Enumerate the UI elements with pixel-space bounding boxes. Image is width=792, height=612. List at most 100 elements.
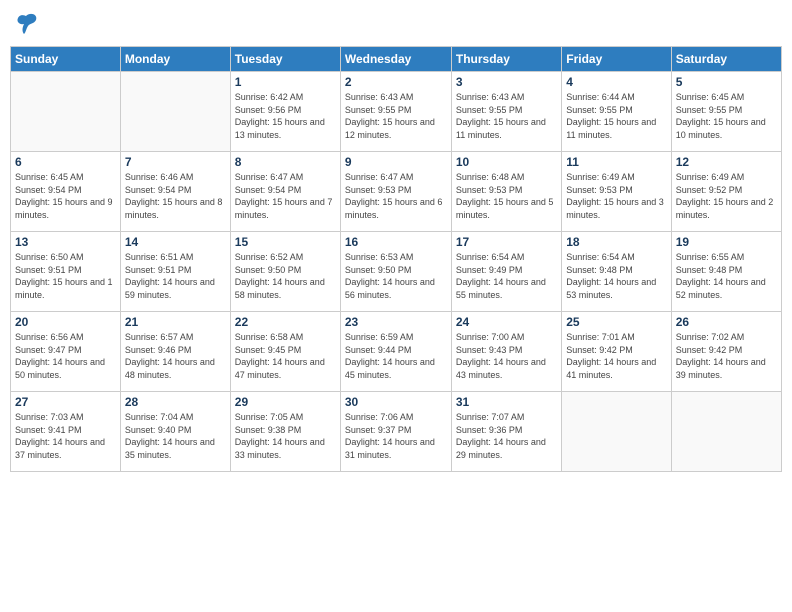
daylight: Daylight: 14 hours and 33 minutes.	[235, 436, 336, 461]
day-info: Sunrise: 6:54 AM Sunset: 9:49 PM Dayligh…	[456, 251, 557, 301]
day-number: 31	[456, 395, 557, 409]
day-info: Sunrise: 7:03 AM Sunset: 9:41 PM Dayligh…	[15, 411, 116, 461]
sunset: Sunset: 9:53 PM	[566, 184, 666, 197]
calendar-week-2: 6 Sunrise: 6:45 AM Sunset: 9:54 PM Dayli…	[11, 152, 782, 232]
day-info: Sunrise: 6:49 AM Sunset: 9:53 PM Dayligh…	[566, 171, 666, 221]
day-info: Sunrise: 6:59 AM Sunset: 9:44 PM Dayligh…	[345, 331, 447, 381]
sunset: Sunset: 9:43 PM	[456, 344, 557, 357]
day-info: Sunrise: 6:52 AM Sunset: 9:50 PM Dayligh…	[235, 251, 336, 301]
weekday-header-row: SundayMondayTuesdayWednesdayThursdayFrid…	[11, 47, 782, 72]
sunrise: Sunrise: 6:58 AM	[235, 331, 336, 344]
day-info: Sunrise: 6:45 AM Sunset: 9:54 PM Dayligh…	[15, 171, 116, 221]
day-number: 13	[15, 235, 116, 249]
day-number: 15	[235, 235, 336, 249]
sunrise: Sunrise: 6:54 AM	[456, 251, 557, 264]
day-number: 12	[676, 155, 777, 169]
sunset: Sunset: 9:36 PM	[456, 424, 557, 437]
day-number: 9	[345, 155, 447, 169]
sunrise: Sunrise: 6:48 AM	[456, 171, 557, 184]
sunrise: Sunrise: 6:45 AM	[15, 171, 116, 184]
sunset: Sunset: 9:42 PM	[676, 344, 777, 357]
day-info: Sunrise: 6:50 AM Sunset: 9:51 PM Dayligh…	[15, 251, 116, 301]
day-number: 28	[125, 395, 226, 409]
day-number: 18	[566, 235, 666, 249]
calendar-cell: 25 Sunrise: 7:01 AM Sunset: 9:42 PM Dayl…	[562, 312, 671, 392]
sunrise: Sunrise: 7:05 AM	[235, 411, 336, 424]
day-number: 23	[345, 315, 447, 329]
day-info: Sunrise: 7:04 AM Sunset: 9:40 PM Dayligh…	[125, 411, 226, 461]
sunrise: Sunrise: 6:49 AM	[566, 171, 666, 184]
calendar-cell	[120, 72, 230, 152]
sunrise: Sunrise: 6:56 AM	[15, 331, 116, 344]
weekday-header-saturday: Saturday	[671, 47, 781, 72]
sunrise: Sunrise: 7:04 AM	[125, 411, 226, 424]
daylight: Daylight: 15 hours and 6 minutes.	[345, 196, 447, 221]
daylight: Daylight: 15 hours and 9 minutes.	[15, 196, 116, 221]
daylight: Daylight: 14 hours and 43 minutes.	[456, 356, 557, 381]
sunrise: Sunrise: 6:54 AM	[566, 251, 666, 264]
day-number: 10	[456, 155, 557, 169]
sunset: Sunset: 9:46 PM	[125, 344, 226, 357]
sunrise: Sunrise: 6:43 AM	[345, 91, 447, 104]
daylight: Daylight: 15 hours and 5 minutes.	[456, 196, 557, 221]
calendar-cell: 23 Sunrise: 6:59 AM Sunset: 9:44 PM Dayl…	[340, 312, 451, 392]
sunset: Sunset: 9:49 PM	[456, 264, 557, 277]
sunset: Sunset: 9:47 PM	[15, 344, 116, 357]
daylight: Daylight: 14 hours and 37 minutes.	[15, 436, 116, 461]
calendar-cell: 19 Sunrise: 6:55 AM Sunset: 9:48 PM Dayl…	[671, 232, 781, 312]
sunset: Sunset: 9:48 PM	[676, 264, 777, 277]
calendar-cell: 21 Sunrise: 6:57 AM Sunset: 9:46 PM Dayl…	[120, 312, 230, 392]
sunrise: Sunrise: 6:47 AM	[235, 171, 336, 184]
sunrise: Sunrise: 6:55 AM	[676, 251, 777, 264]
sunset: Sunset: 9:54 PM	[235, 184, 336, 197]
calendar-cell: 5 Sunrise: 6:45 AM Sunset: 9:55 PM Dayli…	[671, 72, 781, 152]
day-info: Sunrise: 6:54 AM Sunset: 9:48 PM Dayligh…	[566, 251, 666, 301]
day-info: Sunrise: 6:48 AM Sunset: 9:53 PM Dayligh…	[456, 171, 557, 221]
daylight: Daylight: 14 hours and 31 minutes.	[345, 436, 447, 461]
daylight: Daylight: 15 hours and 11 minutes.	[456, 116, 557, 141]
daylight: Daylight: 15 hours and 8 minutes.	[125, 196, 226, 221]
day-number: 30	[345, 395, 447, 409]
day-number: 19	[676, 235, 777, 249]
calendar-cell: 10 Sunrise: 6:48 AM Sunset: 9:53 PM Dayl…	[451, 152, 561, 232]
calendar-cell	[11, 72, 121, 152]
calendar-cell: 13 Sunrise: 6:50 AM Sunset: 9:51 PM Dayl…	[11, 232, 121, 312]
day-info: Sunrise: 6:57 AM Sunset: 9:46 PM Dayligh…	[125, 331, 226, 381]
sunset: Sunset: 9:48 PM	[566, 264, 666, 277]
day-number: 14	[125, 235, 226, 249]
day-number: 8	[235, 155, 336, 169]
calendar-cell	[562, 392, 671, 472]
sunrise: Sunrise: 6:53 AM	[345, 251, 447, 264]
calendar-cell: 27 Sunrise: 7:03 AM Sunset: 9:41 PM Dayl…	[11, 392, 121, 472]
day-info: Sunrise: 6:47 AM Sunset: 9:54 PM Dayligh…	[235, 171, 336, 221]
calendar-cell: 12 Sunrise: 6:49 AM Sunset: 9:52 PM Dayl…	[671, 152, 781, 232]
calendar-cell: 8 Sunrise: 6:47 AM Sunset: 9:54 PM Dayli…	[230, 152, 340, 232]
day-number: 29	[235, 395, 336, 409]
calendar-cell: 2 Sunrise: 6:43 AM Sunset: 9:55 PM Dayli…	[340, 72, 451, 152]
sunset: Sunset: 9:56 PM	[235, 104, 336, 117]
sunrise: Sunrise: 7:02 AM	[676, 331, 777, 344]
calendar-cell: 4 Sunrise: 6:44 AM Sunset: 9:55 PM Dayli…	[562, 72, 671, 152]
sunset: Sunset: 9:55 PM	[345, 104, 447, 117]
calendar-cell: 15 Sunrise: 6:52 AM Sunset: 9:50 PM Dayl…	[230, 232, 340, 312]
calendar-table: SundayMondayTuesdayWednesdayThursdayFrid…	[10, 46, 782, 472]
sunrise: Sunrise: 6:51 AM	[125, 251, 226, 264]
calendar-cell: 29 Sunrise: 7:05 AM Sunset: 9:38 PM Dayl…	[230, 392, 340, 472]
day-number: 16	[345, 235, 447, 249]
logo-bird-icon	[12, 10, 40, 38]
weekday-header-tuesday: Tuesday	[230, 47, 340, 72]
daylight: Daylight: 15 hours and 1 minute.	[15, 276, 116, 301]
calendar-cell: 24 Sunrise: 7:00 AM Sunset: 9:43 PM Dayl…	[451, 312, 561, 392]
day-info: Sunrise: 7:05 AM Sunset: 9:38 PM Dayligh…	[235, 411, 336, 461]
sunset: Sunset: 9:51 PM	[125, 264, 226, 277]
calendar-cell	[671, 392, 781, 472]
day-info: Sunrise: 6:45 AM Sunset: 9:55 PM Dayligh…	[676, 91, 777, 141]
sunrise: Sunrise: 6:57 AM	[125, 331, 226, 344]
day-number: 11	[566, 155, 666, 169]
calendar-week-3: 13 Sunrise: 6:50 AM Sunset: 9:51 PM Dayl…	[11, 232, 782, 312]
sunrise: Sunrise: 7:01 AM	[566, 331, 666, 344]
daylight: Daylight: 14 hours and 50 minutes.	[15, 356, 116, 381]
day-info: Sunrise: 6:44 AM Sunset: 9:55 PM Dayligh…	[566, 91, 666, 141]
sunset: Sunset: 9:55 PM	[676, 104, 777, 117]
day-info: Sunrise: 7:07 AM Sunset: 9:36 PM Dayligh…	[456, 411, 557, 461]
